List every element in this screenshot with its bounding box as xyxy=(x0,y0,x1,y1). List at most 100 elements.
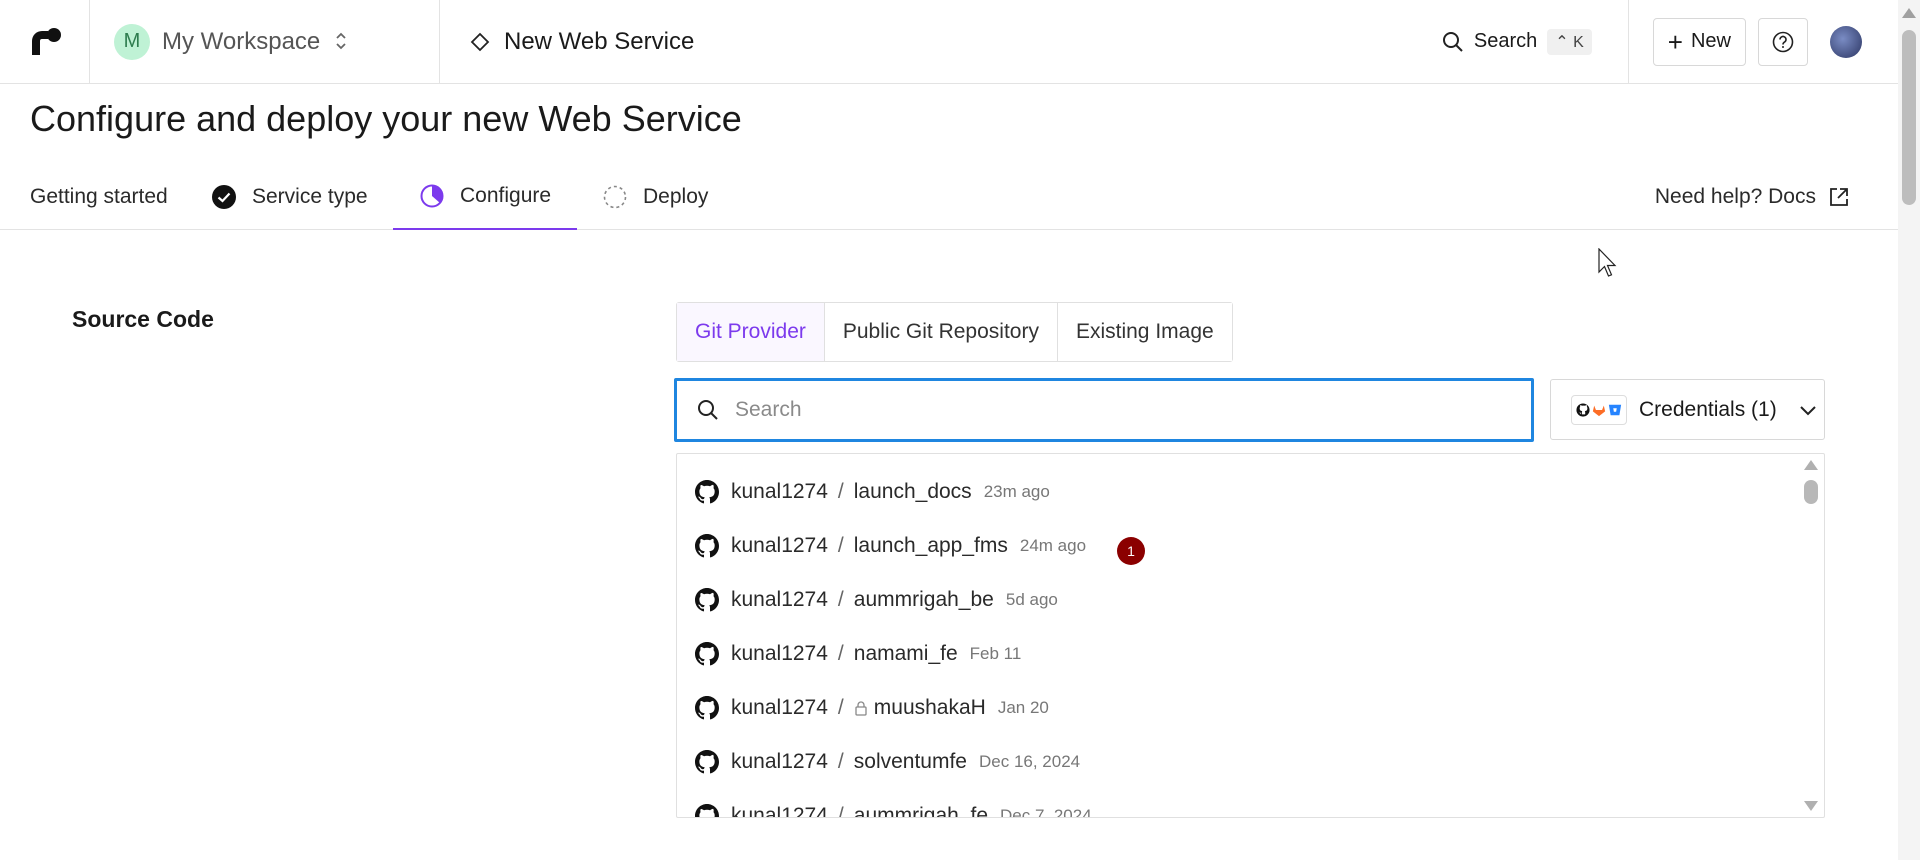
github-icon xyxy=(695,804,719,817)
repo-owner: kunal1274 xyxy=(731,480,828,503)
docs-link-label: Need help? Docs xyxy=(1654,185,1816,208)
top-bar: M My Workspace New Web Service Search ⌃ … xyxy=(0,0,1898,84)
step-label: Configure xyxy=(460,184,552,207)
divider xyxy=(1627,0,1629,84)
repo-name: aummrigah_be xyxy=(853,588,994,611)
repo-updated: Dec 7, 2024 xyxy=(1000,806,1092,818)
repo-row[interactable]: kunal1274 / launch_docs 23m ago xyxy=(695,477,1050,507)
repo-row[interactable]: kunal1274 / aummrigah_fe Dec 7, 2024 xyxy=(695,801,1092,818)
repo-name: namami_fe xyxy=(853,642,958,665)
repo-separator: / xyxy=(837,804,844,818)
repo-name: aummrigah_fe xyxy=(853,804,988,818)
new-button-label: New xyxy=(1690,30,1731,52)
diamond-icon xyxy=(470,32,490,51)
repo-row[interactable]: kunal1274 / solventumfe Dec 16, 2024 xyxy=(695,747,1080,777)
repo-separator: / xyxy=(837,480,844,503)
chevron-down-icon xyxy=(1800,405,1816,415)
step-deploy[interactable]: Deploy xyxy=(603,164,708,230)
repo-separator: / xyxy=(837,588,844,611)
repo-list: kunal1274 / launch_docs 23m ago kunal1274 / la… xyxy=(676,453,1825,818)
repo-row[interactable]: kunal1274 / launch_app_fms 24m ago xyxy=(695,531,1086,561)
step-service-type[interactable]: Service type xyxy=(212,164,368,230)
step-getting-started[interactable]: Getting started xyxy=(30,164,168,230)
step-label: Deploy xyxy=(643,185,709,208)
global-search-button[interactable]: Search ⌃ K xyxy=(1442,28,1592,55)
github-icon xyxy=(695,534,719,558)
tab-existing-image[interactable]: Existing Image xyxy=(1057,303,1232,361)
chevron-up-down-icon xyxy=(334,30,348,53)
step-label: Service type xyxy=(252,185,368,208)
page-scrollbar[interactable] xyxy=(1898,0,1920,860)
notification-badge: 1 xyxy=(1117,537,1145,565)
list-scrollbar-thumb[interactable] xyxy=(1804,480,1818,504)
new-button[interactable]: + New xyxy=(1652,17,1746,66)
lock-icon xyxy=(855,701,867,716)
render-logo-icon[interactable] xyxy=(0,0,90,84)
dashed-circle-icon xyxy=(603,185,627,209)
tab-public-git-repository[interactable]: Public Git Repository xyxy=(824,303,1058,361)
github-icon xyxy=(695,588,719,612)
plus-icon: + xyxy=(1667,26,1683,57)
workspace-avatar: M xyxy=(114,23,150,60)
breadcrumb: New Web Service xyxy=(440,28,1442,56)
credentials-dropdown[interactable]: Credentials (1) xyxy=(1550,379,1825,440)
tab-git-provider[interactable]: Git Provider xyxy=(677,303,825,361)
question-icon xyxy=(1772,31,1794,52)
step-label: Getting started xyxy=(30,185,168,208)
source-code-label: Source Code xyxy=(72,306,214,332)
scroll-up-arrow[interactable] xyxy=(1804,460,1818,470)
repo-separator: / xyxy=(837,750,844,773)
repo-owner: kunal1274 xyxy=(731,642,828,665)
external-link-icon xyxy=(1830,188,1848,206)
repo-separator: / xyxy=(837,642,844,665)
repo-updated: Feb 11 xyxy=(969,644,1022,663)
repo-updated: Jan 20 xyxy=(997,698,1049,717)
search-icon xyxy=(1442,31,1463,52)
search-icon xyxy=(698,400,718,420)
repo-name: solventumfe xyxy=(853,750,967,773)
workspace-name: My Workspace xyxy=(162,27,321,55)
credentials-label: Credentials (1) xyxy=(1639,397,1777,421)
repo-row[interactable]: kunal1274 / aummrigah_be 5d ago xyxy=(695,585,1058,615)
github-icon xyxy=(695,696,719,720)
page-title: Configure and deploy your new Web Servic… xyxy=(30,98,742,139)
github-icon xyxy=(695,480,719,504)
repo-updated: Dec 16, 2024 xyxy=(979,752,1081,771)
repo-name: launch_app_fms xyxy=(853,534,1008,557)
repo-row[interactable]: kunal1274 / muushakaH Jan 20 xyxy=(695,693,1049,723)
page-scrollbar-thumb[interactable] xyxy=(1902,30,1916,205)
search-label: Search xyxy=(1473,30,1538,52)
repo-separator: / xyxy=(837,696,844,719)
user-avatar[interactable] xyxy=(1830,25,1862,58)
repo-updated: 24m ago xyxy=(1019,536,1087,555)
github-icon xyxy=(695,750,719,774)
source-tabs: Git Provider Public Git Repository Exist… xyxy=(676,302,1233,362)
docs-link[interactable]: Need help? Docs xyxy=(1655,164,1850,230)
repo-updated: 23m ago xyxy=(983,482,1050,501)
repo-owner: kunal1274 xyxy=(731,696,828,719)
repo-name: muushakaH xyxy=(873,696,986,719)
repo-row[interactable]: kunal1274 / namami_fe Feb 11 xyxy=(695,639,1021,669)
mouse-cursor-icon xyxy=(1598,248,1617,277)
repo-owner: kunal1274 xyxy=(731,804,828,818)
git-providers-icon xyxy=(1571,394,1627,425)
half-progress-icon xyxy=(420,184,444,208)
repo-owner: kunal1274 xyxy=(731,588,828,611)
breadcrumb-title: New Web Service xyxy=(504,27,695,55)
workspace-switcher[interactable]: M My Workspace xyxy=(90,0,440,84)
step-configure[interactable]: Configure xyxy=(393,164,577,230)
search-shortcut: ⌃ K xyxy=(1547,28,1592,55)
repo-search-input[interactable] xyxy=(735,398,1515,422)
scroll-up-arrow[interactable] xyxy=(1902,8,1916,18)
scroll-down-arrow[interactable] xyxy=(1804,801,1818,811)
wizard-steps: Getting started Service type Configure D… xyxy=(0,164,1898,230)
repo-updated: 5d ago xyxy=(1005,590,1058,609)
repo-owner: kunal1274 xyxy=(731,750,828,773)
help-button[interactable] xyxy=(1758,17,1808,66)
repo-search-field[interactable] xyxy=(674,378,1534,442)
github-icon xyxy=(695,642,719,666)
check-circle-icon xyxy=(212,185,236,209)
repo-name: launch_docs xyxy=(853,480,972,503)
repo-owner: kunal1274 xyxy=(731,534,828,557)
repo-separator: / xyxy=(837,534,844,557)
